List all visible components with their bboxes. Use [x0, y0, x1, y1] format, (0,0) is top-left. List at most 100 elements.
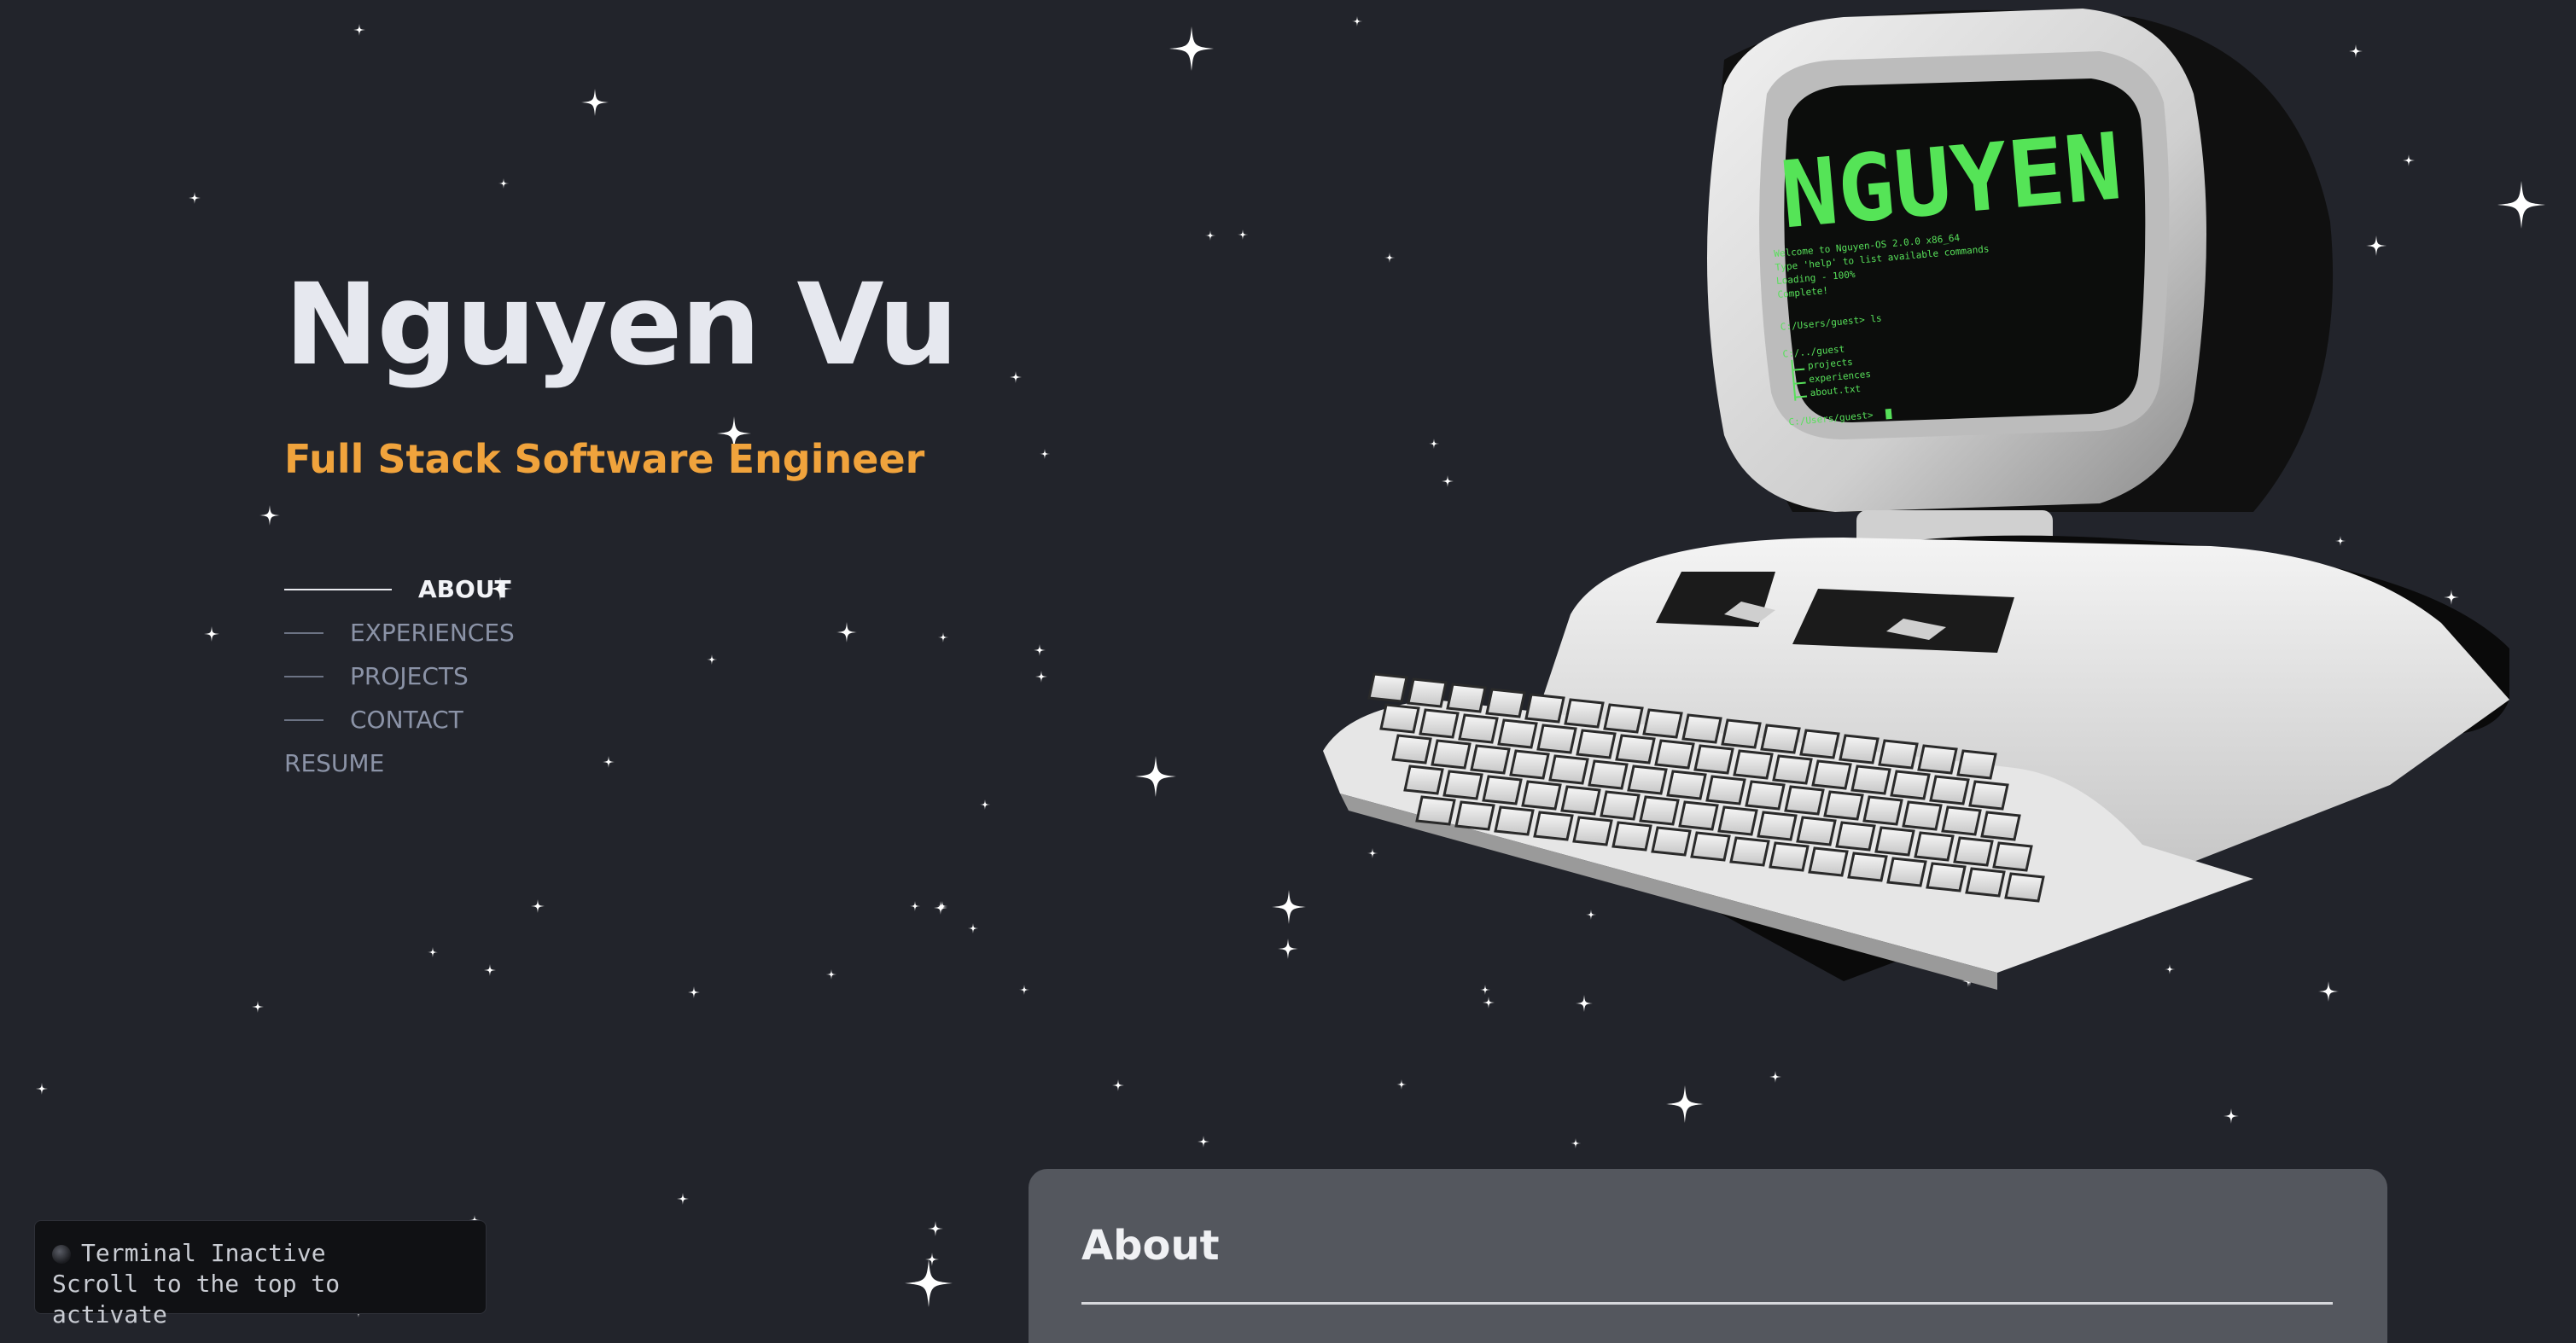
sparkle-star-icon: [2223, 1108, 2239, 1124]
keyboard-key: [1902, 800, 1943, 831]
keyboard-key: [1890, 770, 1931, 800]
keyboard-key: [1760, 724, 1801, 754]
keyboard-key: [1799, 729, 1840, 759]
keyboard-key: [1839, 734, 1880, 765]
keyboard-key: [1796, 816, 1837, 846]
keyboard-key: [1446, 683, 1487, 713]
keyboard-key: [1941, 805, 1982, 836]
page: Nguyen Vu Full Stack Software Engineer A…: [0, 0, 2576, 1343]
hero-subtitle: Full Stack Software Engineer: [284, 436, 925, 482]
keyboard-key: [1914, 831, 1955, 862]
keyboard-key: [1917, 744, 1958, 775]
keyboard-key: [1419, 708, 1460, 739]
keyboard-key: [1965, 867, 2006, 898]
sparkle-star-icon: [1769, 1071, 1781, 1083]
about-heading: About: [1081, 1222, 1220, 1270]
nav-indicator-line: [284, 588, 392, 590]
keyboard-key: [1403, 765, 1444, 795]
sparkle-star-icon: [1169, 26, 1214, 71]
nav-item-projects[interactable]: PROJECTS: [284, 654, 626, 698]
sparkle-star-icon: [581, 89, 609, 116]
sparkle-star-icon: [1135, 756, 1176, 797]
keyboard-key: [1929, 775, 1970, 805]
sparkle-star-icon: [36, 1083, 48, 1095]
sparkle-star-icon: [925, 1253, 939, 1266]
sparkle-star-icon: [484, 964, 496, 976]
keyboard-key: [1953, 836, 1994, 867]
keyboard-key: [1690, 831, 1731, 862]
nav-indicator-line: [284, 718, 323, 721]
terminal-status-panel: Terminal Inactive Scroll to the top to a…: [34, 1220, 487, 1328]
sparkle-star-icon: [928, 1221, 943, 1236]
nav-indicator-line: [284, 631, 323, 634]
nav-item-label: ABOUT: [418, 575, 511, 603]
keyboard-key: [1862, 795, 1903, 826]
keyboard-key: [1509, 749, 1550, 780]
sparkle-star-icon: [1396, 1079, 1407, 1090]
nav-item-about[interactable]: ABOUT: [284, 567, 626, 611]
sparkle-star-icon: [1666, 1085, 1704, 1123]
sparkle-star-icon: [252, 1001, 264, 1013]
sparkle-star-icon: [1198, 1136, 1209, 1148]
keyboard-key: [1415, 795, 1456, 826]
keyboard-key: [1772, 754, 1813, 785]
keyboard-key: [1521, 780, 1562, 811]
sparkle-star-icon: [938, 632, 948, 642]
keyboard-key: [1482, 775, 1523, 805]
cursor-block: [1885, 408, 1892, 420]
keyboard-key: [1850, 765, 1891, 795]
keyboard-key: [1808, 846, 1849, 877]
keyboard-key: [1956, 749, 1997, 780]
keyboard-key: [1926, 862, 1967, 892]
sparkle-star-icon: [1112, 1079, 1124, 1091]
keyboard-key: [1811, 759, 1852, 790]
section-nav: ABOUT EXPERIENCES PROJECTS CONTACT RESUM…: [284, 567, 626, 785]
keyboard-key: [1651, 826, 1692, 857]
sparkle-star-icon: [937, 901, 947, 911]
nav-indicator-line: [284, 675, 323, 677]
sparkle-star-icon: [531, 899, 545, 913]
sparkle-star-icon: [353, 24, 365, 36]
sparkle-star-icon: [1035, 671, 1047, 683]
nav-item-resume[interactable]: RESUME: [284, 741, 626, 785]
terminal-status-title: Terminal Inactive: [81, 1239, 326, 1267]
keyboard-key: [1576, 729, 1617, 759]
nav-item-label: EXPERIENCES: [350, 619, 515, 647]
keyboard-key: [1823, 790, 1864, 821]
terminal-status-hint: Scroll to the top to activate: [52, 1270, 341, 1328]
sparkle-star-icon: [707, 654, 717, 665]
keyboard-key: [1693, 744, 1734, 775]
keyboard-key: [1367, 672, 1408, 703]
keyboard-key: [1615, 734, 1656, 765]
status-dot-icon: [52, 1245, 71, 1264]
sparkle-star-icon: [1483, 997, 1495, 1009]
sparkle-star-icon: [688, 986, 700, 998]
keyboard-key: [1564, 698, 1605, 729]
keyboard-key: [1536, 724, 1577, 754]
about-divider: [1081, 1302, 2333, 1305]
sparkle-star-icon: [968, 923, 978, 933]
nav-item-label: CONTACT: [350, 706, 463, 734]
sparkle-star-icon: [259, 505, 280, 526]
keyboard-key: [1431, 739, 1472, 770]
keyboard-key: [1835, 821, 1876, 852]
keyboard-key: [1533, 811, 1574, 841]
sparkle-star-icon: [498, 178, 509, 189]
nav-item-experiences[interactable]: EXPERIENCES: [284, 611, 626, 654]
nav-item-label: PROJECTS: [350, 662, 469, 690]
keyboard-key: [1407, 677, 1448, 708]
keyboard-key: [1642, 708, 1683, 739]
nav-item-contact[interactable]: CONTACT: [284, 698, 626, 741]
keyboard-key: [1678, 800, 1719, 831]
keyboard-key: [1717, 805, 1758, 836]
keyboard-key: [1745, 780, 1786, 811]
keyboard-key: [1886, 857, 1927, 887]
sparkle-star-icon: [1571, 1138, 1581, 1148]
keyboard-key: [1379, 703, 1420, 734]
keyboard-key: [1600, 790, 1641, 821]
keyboard-key: [1548, 754, 1589, 785]
sparkle-star-icon: [1034, 644, 1046, 656]
keyboard-key: [1705, 775, 1746, 805]
sparkle-star-icon: [189, 192, 201, 204]
keyboard-key: [1603, 703, 1644, 734]
